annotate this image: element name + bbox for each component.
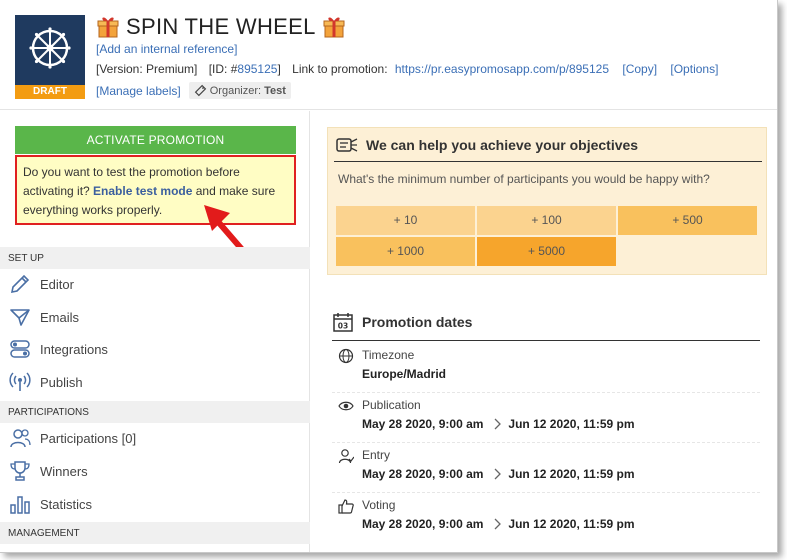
promotion-id-link[interactable]: 895125	[237, 62, 277, 76]
voting-label: Voting	[362, 498, 396, 512]
entry-end: Jun 12 2020, 11:59 pm	[508, 467, 635, 481]
voting-range: May 28 2020, 9:00 am Jun 12 2020, 11:59 …	[362, 517, 635, 531]
sidebar-item-integrations[interactable]: Integrations	[8, 334, 108, 364]
promotion-dates-title: 03 Promotion dates	[332, 311, 472, 333]
add-internal-reference-link[interactable]: [Add an internal reference]	[96, 42, 237, 56]
objectives-title-text: We can help you achieve your objectives	[366, 137, 639, 153]
publication-range: May 28 2020, 9:00 am Jun 12 2020, 11:59 …	[362, 417, 635, 431]
page-title: SPIN THE WHEEL	[126, 14, 316, 39]
objective-option-1000[interactable]: + 1000	[336, 237, 475, 266]
sidebar-item-statistics[interactable]: Statistics	[8, 489, 92, 519]
app-window: DRAFT SPIN THE WHEEL [Add an internal re…	[0, 0, 778, 553]
activate-promotion-button[interactable]: ACTIVATE PROMOTION	[15, 126, 296, 154]
voting-end: Jun 12 2020, 11:59 pm	[508, 517, 635, 531]
sidebar-item-label: Winners	[40, 463, 88, 479]
calendar-day: 03	[338, 322, 348, 331]
options-link[interactable]: [Options]	[670, 62, 718, 76]
status-badge: DRAFT	[15, 85, 85, 99]
internal-reference-row: [Add an internal reference]	[96, 42, 237, 56]
sidebar-item-label: Integrations	[40, 341, 108, 357]
sidebar-item-label: Editor	[40, 276, 74, 292]
entry-range: May 28 2020, 9:00 am Jun 12 2020, 11:59 …	[362, 467, 635, 481]
eye-icon	[338, 401, 354, 411]
timezone-value: Europe/Madrid	[362, 367, 446, 381]
objective-option-100[interactable]: + 100	[477, 206, 616, 235]
promotion-id: [ID: #895125]	[209, 62, 281, 76]
section-management: MANAGEMENT	[0, 522, 310, 544]
divider	[332, 340, 760, 341]
thumbs-up-icon	[338, 499, 354, 514]
voting-row: Voting May 28 2020, 9:00 am Jun 12 2020,…	[332, 493, 760, 543]
publication-label: Publication	[362, 398, 421, 412]
chevron-right-icon	[494, 468, 502, 480]
bar-chart-icon	[10, 496, 30, 514]
objective-option-10[interactable]: + 10	[336, 206, 475, 235]
trophy-icon	[10, 461, 30, 481]
paper-plane-icon	[10, 309, 30, 326]
objectives-title: We can help you achieve your objectives	[336, 136, 638, 154]
publication-start: May 28 2020, 9:00 am	[362, 417, 484, 431]
chevron-right-icon	[494, 518, 502, 530]
publication-row: Publication May 28 2020, 9:00 am Jun 12 …	[332, 393, 760, 443]
entry-label: Entry	[362, 448, 391, 462]
publication-end: Jun 12 2020, 11:59 pm	[508, 417, 635, 431]
manage-labels-link[interactable]: [Manage labels]	[96, 84, 181, 98]
voting-start: May 28 2020, 9:00 am	[362, 517, 484, 531]
page-title-row: SPIN THE WHEEL	[96, 12, 346, 42]
objective-option-5000[interactable]: + 5000	[477, 237, 616, 266]
sidebar-item-label: Participations [0]	[40, 430, 137, 446]
globe-icon	[338, 348, 354, 364]
timezone-label: Timezone	[362, 348, 415, 362]
promotion-meta-row: [Version: Premium] [ID: #895125] Link to…	[96, 62, 718, 76]
sidebar-item-participations[interactable]: Participations [0]	[8, 423, 136, 453]
copy-link-button[interactable]: [Copy]	[622, 62, 657, 76]
entry-row: Entry May 28 2020, 9:00 am Jun 12 2020, …	[332, 443, 760, 493]
promotion-url-link[interactable]: https://pr.easypromosapp.com/p/895125	[395, 62, 609, 76]
id-suffix: ]	[277, 62, 281, 76]
objectives-card: We can help you achieve your objectives …	[327, 127, 767, 275]
timezone-row: Timezone Europe/Madrid	[332, 343, 760, 393]
section-participations: PARTICIPATIONS	[0, 401, 310, 423]
tag-icon	[194, 84, 206, 97]
labels-row: [Manage labels] Organizer: Test	[96, 82, 291, 99]
organizer-value: Test	[264, 84, 286, 97]
sidebar-item-label: Emails	[40, 309, 80, 325]
sidebar-item-emails[interactable]: Emails	[8, 302, 79, 332]
objectives-question: What's the minimum number of participant…	[338, 172, 710, 186]
target-card-icon	[336, 138, 358, 152]
spin-wheel-icon	[29, 27, 71, 69]
user-icon	[338, 449, 354, 464]
version-label: [Version: Premium]	[96, 62, 198, 76]
id-prefix: [ID: #	[208, 62, 238, 76]
entry-start: May 28 2020, 9:00 am	[362, 467, 484, 481]
gift-icon	[97, 17, 119, 38]
sidebar-item-label: Statistics	[40, 496, 93, 512]
timezone-value-text: Europe/Madrid	[362, 367, 447, 381]
left-sidebar: ACTIVATE PROMOTION Do you want to test t…	[0, 111, 310, 552]
pencil-icon	[10, 274, 30, 294]
enable-test-mode-link[interactable]: Enable test mode	[93, 184, 192, 198]
sidebar-item-editor[interactable]: Editor	[8, 269, 74, 299]
chevron-right-icon	[494, 418, 502, 430]
section-setup: SET UP	[0, 247, 310, 269]
promotion-logo[interactable]	[15, 15, 85, 85]
promotion-dates-title-text: Promotion dates	[362, 314, 473, 330]
gift-icon	[323, 17, 345, 38]
objective-option-500[interactable]: + 500	[618, 206, 757, 235]
promotion-link-label: Link to promotion:	[292, 62, 388, 76]
promotion-header: DRAFT SPIN THE WHEEL [Add an internal re…	[0, 0, 777, 110]
sidebar-item-label: Publish	[40, 374, 83, 390]
divider	[334, 161, 762, 162]
organizer-label: Organizer:	[209, 84, 262, 97]
broadcast-icon	[9, 372, 31, 391]
organizer-label-chip[interactable]: Organizer: Test	[188, 82, 291, 99]
users-icon	[10, 429, 31, 448]
calendar-icon: 03	[333, 313, 353, 332]
toggles-icon	[10, 340, 30, 358]
sidebar-item-winners[interactable]: Winners	[8, 456, 88, 486]
sidebar-item-publish[interactable]: Publish	[8, 367, 83, 397]
